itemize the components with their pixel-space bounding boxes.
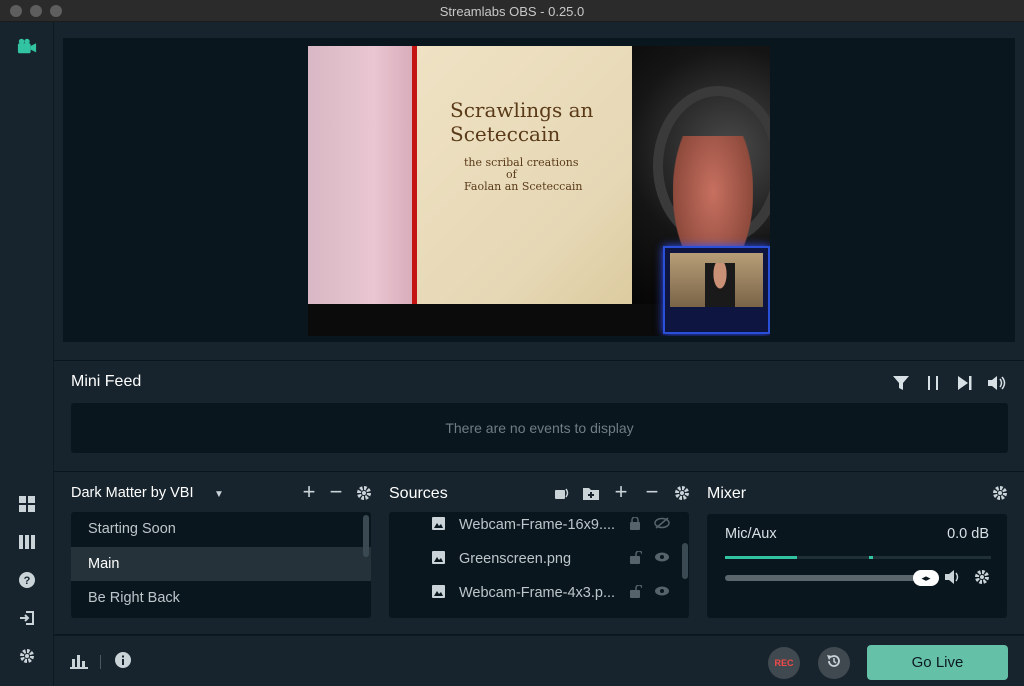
webcam-person	[705, 263, 735, 307]
volume-slider-knob[interactable]: ◂▸	[913, 570, 939, 586]
mixer-settings-gear-icon[interactable]	[991, 484, 1009, 502]
volume-slider[interactable]	[725, 575, 935, 581]
image-icon	[432, 516, 445, 534]
replay-buffer-button[interactable]	[818, 647, 850, 679]
scene-settings-gear-icon[interactable]	[355, 484, 373, 502]
help-icon[interactable]: ?	[17, 570, 37, 590]
sources-scrollbar[interactable]	[682, 543, 688, 579]
channel-settings-gear-icon[interactable]	[974, 569, 990, 585]
skip-icon[interactable]	[956, 374, 974, 392]
side-navigation: ?	[0, 22, 54, 686]
book-title-line2: Sceteccain	[450, 122, 561, 146]
chevron-down-icon[interactable]: ▼	[210, 486, 228, 504]
unlock-icon[interactable]	[630, 583, 643, 602]
eye-slash-icon[interactable]	[654, 517, 670, 533]
source-name: Webcam-Frame-16x9....	[459, 517, 616, 533]
add-source-icon[interactable]: +	[612, 481, 630, 503]
scene-item-main[interactable]: Main	[71, 546, 371, 581]
source-settings-gear-icon[interactable]	[673, 484, 691, 502]
info-icon[interactable]	[115, 652, 131, 673]
sources-title: Sources	[389, 485, 448, 502]
scene-item-starting-soon[interactable]: Starting Soon	[71, 512, 371, 547]
preview-canvas[interactable]: Scrawlings an Sceteccain the scribal cre…	[308, 46, 770, 336]
eye-icon[interactable]	[654, 551, 670, 567]
settings-gear-icon[interactable]	[17, 646, 37, 666]
footer-divider	[100, 655, 101, 669]
webcam-frame-source[interactable]	[663, 246, 770, 334]
scene-collection-name[interactable]: Dark Matter by VBI	[71, 485, 193, 501]
columns-icon[interactable]	[17, 532, 37, 552]
book-right-page	[414, 46, 632, 304]
mini-feed-title: Mini Feed	[71, 373, 142, 390]
unlock-icon[interactable]	[630, 549, 643, 568]
volume-icon[interactable]	[988, 374, 1006, 392]
book-subtitle-line1: the scribal creations	[464, 156, 579, 169]
audio-level-meter	[725, 556, 991, 559]
mini-feed-panel: Mini Feed There are no events to display	[54, 361, 1024, 471]
book-title-line1: Scrawlings an	[450, 98, 594, 122]
source-name: Greenscreen.png	[459, 551, 572, 567]
remove-scene-icon[interactable]: −	[327, 481, 345, 503]
mixer-channel: Mic/Aux 0.0 dB ◂▸	[707, 514, 1007, 618]
source-name: Webcam-Frame-4x3.p...	[459, 585, 616, 601]
source-item[interactable]: Webcam-Frame-16x9....	[389, 512, 689, 542]
performance-stats-icon[interactable]	[70, 653, 88, 674]
selective-recording-icon[interactable]	[552, 484, 570, 502]
audio-level-fill	[725, 556, 797, 559]
audio-peak-marker	[869, 556, 873, 559]
filter-icon[interactable]	[892, 374, 910, 392]
bottom-panels: Dark Matter by VBI ▼ + − Starting Soon M…	[54, 472, 1024, 634]
book-subtitle-line3: Faolan an Sceteccain	[464, 180, 583, 193]
scenes-list: Starting Soon Main Be Right Back	[71, 512, 371, 618]
add-scene-icon[interactable]: +	[300, 481, 318, 503]
record-button[interactable]: REC	[768, 647, 800, 679]
svg-text:?: ?	[24, 575, 31, 587]
webcam-feed	[670, 253, 763, 307]
mixer-channel-db: 0.0 dB	[947, 526, 989, 542]
image-icon	[432, 550, 445, 568]
scene-item-be-right-back[interactable]: Be Right Back	[71, 581, 371, 616]
image-icon	[432, 584, 445, 602]
footer-bar: REC Go Live	[54, 635, 1024, 686]
mixer-channel-name: Mic/Aux	[725, 526, 777, 542]
remove-source-icon[interactable]: −	[643, 481, 661, 503]
window-titlebar: Streamlabs OBS - 0.25.0	[0, 0, 1024, 22]
mini-feed-empty-message: There are no events to display	[71, 403, 1008, 453]
eye-icon[interactable]	[654, 585, 670, 601]
source-item[interactable]: Webcam-Frame-4x3.p...	[389, 576, 689, 610]
pause-icon[interactable]	[924, 374, 942, 392]
speaker-icon[interactable]	[945, 569, 961, 585]
scenes-scrollbar[interactable]	[363, 515, 369, 557]
sources-list: Webcam-Frame-16x9.... Greenscreen.png We…	[389, 512, 689, 618]
studio-camera-icon[interactable]	[17, 36, 37, 56]
preview-area[interactable]: Scrawlings an Sceteccain the scribal cre…	[63, 38, 1015, 342]
studio-editor: Scrawlings an Sceteccain the scribal cre…	[54, 22, 1024, 360]
login-icon[interactable]	[17, 608, 37, 628]
window-title: Streamlabs OBS - 0.25.0	[439, 4, 585, 19]
book-left-page	[308, 46, 418, 304]
mixer-title: Mixer	[707, 485, 747, 502]
replay-icon	[826, 653, 842, 674]
book-ribbon	[412, 46, 417, 304]
add-folder-icon[interactable]	[582, 484, 600, 502]
lock-icon[interactable]	[630, 515, 640, 534]
dashboard-layout-icon[interactable]	[17, 494, 37, 514]
source-item[interactable]: Greenscreen.png	[389, 542, 689, 576]
go-live-button[interactable]: Go Live	[867, 645, 1008, 680]
